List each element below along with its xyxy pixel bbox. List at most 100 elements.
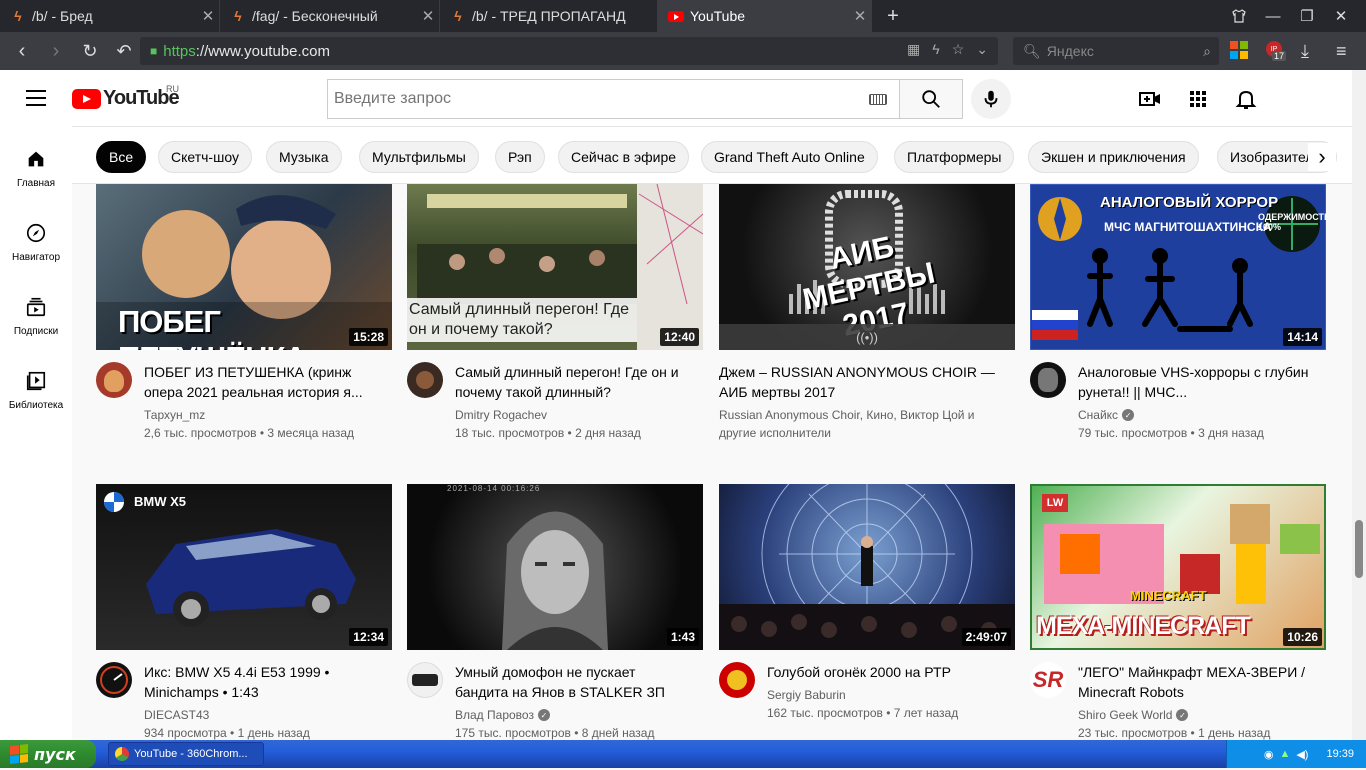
chip-music[interactable]: Музыка <box>266 141 342 173</box>
video-card[interactable]: АНАЛОГОВЫЙ ХОРРОР МЧС МАГНИТОШАХТИНСКА О… <box>1030 184 1326 470</box>
notifications-bell-icon[interactable] <box>1234 87 1258 111</box>
restore-button[interactable]: ❐ <box>1290 0 1324 32</box>
qr-icon[interactable]: ▦ <box>907 41 920 58</box>
forward-button[interactable]: › <box>42 38 70 64</box>
video-card[interactable]: Самый длинный перегон! Где он и почему т… <box>407 184 703 470</box>
video-card[interactable]: ПОБЕГ ПЕТУШЁНКА 15:28 ПОБЕГ ИЗ ПЕТУШЕНКА… <box>96 184 392 470</box>
video-title[interactable]: "ЛЕГО" Майнкрафт МЕХА-ЗВЕРИ / Minecraft … <box>1078 662 1314 702</box>
chip-live[interactable]: Сейчас в эфире <box>558 141 690 173</box>
undo-close-button[interactable]: ↶ <box>110 38 138 64</box>
chip-action-adventure[interactable]: Экшен и приключения <box>1028 141 1199 173</box>
minimize-button[interactable]: — <box>1256 0 1290 32</box>
channel-name[interactable]: Shiro Geek World <box>1078 708 1172 722</box>
sidebar-item-home[interactable]: Главная <box>0 126 72 200</box>
chip-cartoons[interactable]: Мультфильмы <box>359 141 479 173</box>
video-card[interactable]: 2021-08-14 00:16:26 1:43 Умный домофон н… <box>407 484 703 770</box>
menu-icon[interactable]: ≡ <box>1336 41 1356 61</box>
tab-b-bred[interactable]: ϟ /b/ - Бред ✕ <box>0 0 220 32</box>
video-thumbnail[interactable]: ПОБЕГ ПЕТУШЁНКА 15:28 <box>96 184 392 350</box>
shirt-icon[interactable] <box>1222 0 1256 32</box>
address-bar[interactable]: ■ https://www.youtube.com ▦ ϟ ☆ ⌄ <box>140 37 998 65</box>
scrollbar-thumb[interactable] <box>1355 520 1363 578</box>
video-title[interactable]: Джем – RUSSIAN ANONYMOUS CHOIR — АИБ мер… <box>719 362 995 402</box>
video-title[interactable]: Голубой огонёк 2000 на РТР <box>767 662 1003 682</box>
video-thumbnail[interactable]: BMW X5 12:34 <box>96 484 392 650</box>
volume-icon[interactable]: ◀) <box>1296 748 1308 761</box>
search-input[interactable] <box>328 90 848 108</box>
video-title[interactable]: Икс: BMW X5 4.4i E53 1999 • Minichamps •… <box>144 662 380 702</box>
reload-button[interactable]: ↻ <box>76 38 104 64</box>
channel-name[interactable]: Sergiy Baburin <box>767 688 846 702</box>
back-button[interactable]: ‹ <box>8 38 36 64</box>
voice-search-button[interactable] <box>971 79 1011 119</box>
channel-name[interactable]: Снайкс <box>1078 408 1118 422</box>
tray-icon[interactable]: ◉ <box>1264 748 1274 761</box>
tab-b-tred[interactable]: ϟ /b/ - ТРЕД ПРОПАГАНД <box>440 0 658 32</box>
video-title[interactable]: ПОБЕГ ИЗ ПЕТУШЕНКА (кринж опера 2021 реа… <box>144 362 380 402</box>
start-button[interactable]: пуск <box>0 740 96 768</box>
channel-avatar[interactable] <box>407 362 443 398</box>
close-icon[interactable]: ✕ <box>417 7 439 25</box>
channel-name[interactable]: Влад Паровоз <box>455 708 534 722</box>
search-icon[interactable]: ⌕ <box>1203 43 1211 60</box>
chip-sketch[interactable]: Скетч-шоу <box>158 141 252 173</box>
sidebar-item-explore[interactable]: Навигатор <box>0 200 72 274</box>
lightning-icon: ϟ <box>14 8 22 24</box>
search-box[interactable] <box>327 79 900 119</box>
create-video-icon[interactable] <box>1138 87 1162 111</box>
video-thumbnail[interactable]: LW MINECRAFT MEXA-MINECRAFT 10:26 <box>1030 484 1326 650</box>
download-icon[interactable]: ⤓ <box>1301 41 1321 61</box>
channel-avatar[interactable] <box>1030 362 1066 398</box>
chevron-down-icon[interactable]: ⌄ <box>976 41 988 58</box>
channel-name[interactable]: Dmitry Rogachev <box>455 408 547 422</box>
video-title[interactable]: Умный домофон не пускает бандита на Янов… <box>455 662 691 702</box>
star-icon[interactable]: ☆ <box>952 41 965 58</box>
channel-name[interactable]: Тархун_mz <box>144 408 205 422</box>
channel-avatar[interactable]: SR <box>1030 662 1066 698</box>
close-icon[interactable]: ✕ <box>849 7 871 25</box>
channel-avatar[interactable] <box>96 662 132 698</box>
youtube-logo[interactable]: YouTube RU <box>72 84 180 110</box>
video-thumbnail[interactable]: Самый длинный перегон! Где он и почему т… <box>407 184 703 350</box>
channel-name[interactable]: Russian Anonymous Choir, Кино, Виктор Цо… <box>719 408 975 440</box>
sidebar-item-library[interactable]: Библиотека <box>0 348 72 422</box>
video-card[interactable]: BMW X5 12:34 Икс: BMW X5 4.4i E53 1999 •… <box>96 484 392 770</box>
keyboard-icon[interactable] <box>869 94 887 105</box>
yandex-search-box[interactable]: 🔍︎ Яндекс ⌕ <box>1013 37 1219 65</box>
ip-extension-icon[interactable]: IP 17 <box>1266 41 1287 61</box>
chip-all[interactable]: Все <box>96 141 147 173</box>
channel-avatar[interactable] <box>96 362 132 398</box>
new-tab-button[interactable]: + <box>876 0 910 32</box>
channel-avatar[interactable] <box>719 662 755 698</box>
taskbar-window-button[interactable]: YouTube - 360Chrom... <box>108 742 264 766</box>
clock[interactable]: 19:39 <box>1326 748 1354 760</box>
page-scrollbar[interactable] <box>1352 70 1366 740</box>
chip-platformers[interactable]: Платформеры <box>894 141 1015 173</box>
video-card[interactable]: LW MINECRAFT MEXA-MINECRAFT 10:26 SR "ЛЕ… <box>1030 484 1326 770</box>
window-close-button[interactable]: ✕ <box>1324 0 1358 32</box>
close-icon[interactable]: ✕ <box>197 7 219 25</box>
video-thumbnail[interactable]: 2:49:07 <box>719 484 1015 650</box>
video-title[interactable]: Аналоговые VHS-хорроры с глубин рунета!!… <box>1078 362 1314 402</box>
channel-name[interactable]: DIECAST43 <box>144 708 209 722</box>
windows-apps-icon[interactable] <box>1230 41 1250 61</box>
search-button[interactable] <box>899 79 963 119</box>
lightning-icon[interactable]: ϟ <box>932 41 939 58</box>
video-card[interactable]: АИБ МЕРТВЫ 2017 ((•)) Джем – RUSSIAN ANO… <box>719 184 1015 470</box>
chevron-right-icon[interactable]: › <box>1308 143 1336 171</box>
apps-grid-icon[interactable] <box>1186 87 1210 111</box>
video-title[interactable]: Самый длинный перегон! Где он и почему т… <box>455 362 691 402</box>
view-count: 162 тыс. просмотров <box>767 706 883 720</box>
hamburger-menu-icon[interactable] <box>26 90 46 106</box>
chip-gta-online[interactable]: Grand Theft Auto Online <box>701 141 878 173</box>
network-icon[interactable]: ▲ <box>1279 748 1290 760</box>
video-thumbnail[interactable]: АНАЛОГОВЫЙ ХОРРОР МЧС МАГНИТОШАХТИНСКА О… <box>1030 184 1326 350</box>
tab-youtube[interactable]: YouTube ✕ <box>658 0 872 32</box>
chip-rap[interactable]: Рэп <box>495 141 545 173</box>
channel-avatar[interactable] <box>407 662 443 698</box>
tab-fag[interactable]: ϟ /fag/ - Бесконечный ✕ <box>220 0 440 32</box>
video-card[interactable]: 2:49:07 Голубой огонёк 2000 на РТР Sergi… <box>719 484 1015 770</box>
video-thumbnail[interactable]: 2021-08-14 00:16:26 1:43 <box>407 484 703 650</box>
sidebar-item-subscriptions[interactable]: Подписки <box>0 274 72 348</box>
video-thumbnail[interactable]: АИБ МЕРТВЫ 2017 ((•)) <box>719 184 1015 350</box>
